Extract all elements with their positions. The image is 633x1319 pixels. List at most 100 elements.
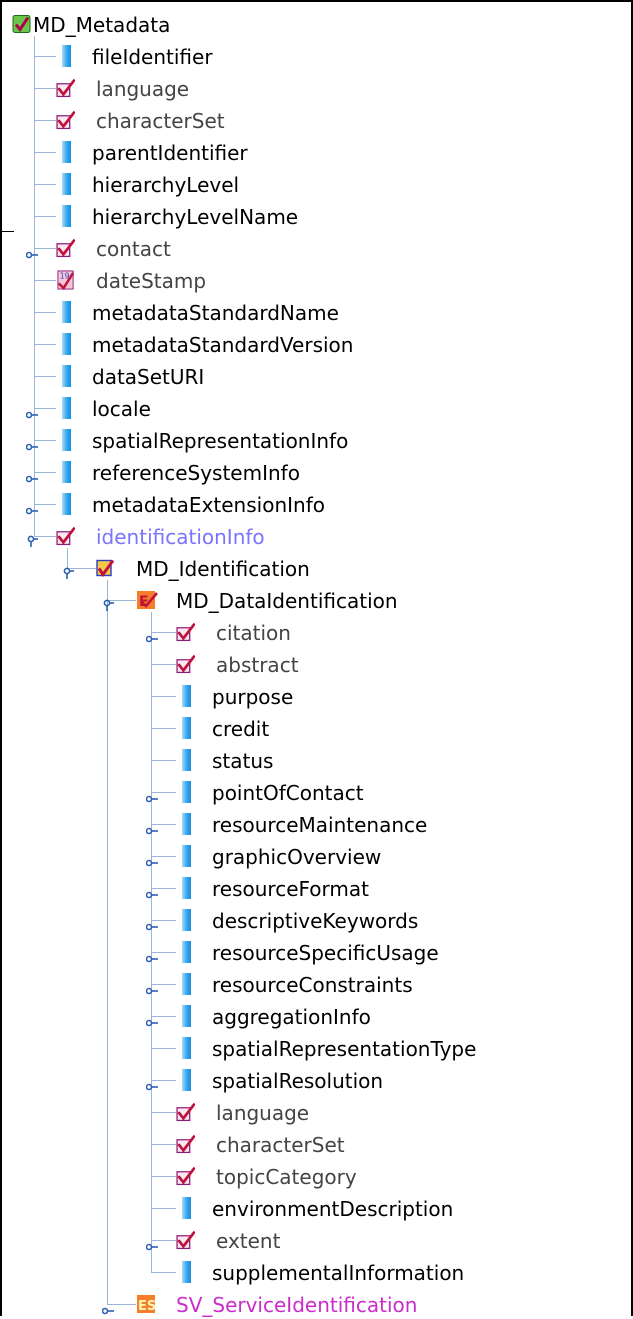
tree-frame-top (0, 0, 633, 2)
tree-node-label: characterSet (96, 109, 225, 133)
data-identification-icon: E (136, 590, 158, 610)
collapse-toggle-icon[interactable] (62, 564, 74, 579)
expand-toggle-icon[interactable] (145, 788, 158, 803)
tree-branch-line (34, 120, 56, 121)
tree-node-label: supplementalInformation (212, 1261, 465, 1285)
tree-node-label: aggregationInfo (212, 1005, 371, 1029)
expand-toggle-icon[interactable] (145, 852, 158, 867)
expand-toggle-icon[interactable] (145, 1012, 158, 1027)
tree-node-label: dateStamp (96, 269, 207, 293)
property-bar-icon (182, 1005, 191, 1027)
expand-toggle-icon[interactable] (145, 628, 158, 643)
service-identification-icon: ES (136, 1294, 158, 1314)
property-bar-icon (62, 397, 71, 419)
property-bar-icon (182, 877, 191, 899)
expand-toggle-icon[interactable] (145, 1076, 158, 1091)
expand-toggle-icon[interactable] (145, 884, 158, 899)
tree-node-label: environmentDescription (212, 1197, 454, 1221)
tree-node-label: spatialRepresentationType (212, 1037, 477, 1061)
tree-node-label: spatialResolution (212, 1069, 384, 1093)
tree-branch-line (34, 312, 56, 313)
tree-node-label: hierarchyLevel (92, 173, 240, 197)
tree-node-label: hierarchyLevelName (92, 205, 299, 229)
tree-node-label: spatialRepresentationInfo (92, 429, 349, 453)
codelist-check-icon (56, 238, 76, 258)
tree-node-label: abstract (216, 653, 299, 677)
tree-branch-line (34, 152, 56, 153)
tree-branch-line (34, 280, 56, 281)
expand-toggle-icon[interactable] (25, 244, 38, 259)
tree-node-label: language (96, 77, 190, 101)
tree-branch-line (34, 376, 56, 377)
tree-node-label: fileIdentifier (92, 45, 213, 69)
tree-node-label: MD_Identification (136, 557, 310, 581)
tree-node-label: credit (212, 717, 270, 741)
tree-node-label: graphicOverview (212, 845, 382, 869)
tree-branch-line (151, 760, 176, 761)
tree-branch-line (34, 184, 56, 185)
property-bar-icon (62, 173, 71, 195)
tree-branch-line (151, 1144, 176, 1145)
expand-toggle-icon[interactable] (145, 980, 158, 995)
property-bar-icon (182, 845, 191, 867)
property-bar-icon (62, 141, 71, 163)
tree-branch-line (151, 1176, 176, 1177)
codelist-check-icon (176, 654, 196, 674)
expand-toggle-icon[interactable] (25, 436, 38, 451)
tree-node-label: characterSet (216, 1133, 345, 1157)
collapse-toggle-icon[interactable] (26, 532, 38, 547)
tree-node-label: contact (96, 237, 171, 261)
property-bar-icon (182, 973, 191, 995)
tree-branch-line (34, 344, 56, 345)
metadata-tree: MD_Metadata fileIdentifier language charact… (0, 0, 633, 1316)
tree-branch-line (34, 56, 56, 57)
expand-toggle-icon[interactable] (101, 1300, 114, 1315)
identification-icon (96, 558, 115, 578)
expand-toggle-icon[interactable] (145, 1236, 158, 1251)
tree-branch-line (151, 1208, 176, 1209)
expand-toggle-icon[interactable] (25, 404, 38, 419)
property-bar-icon (182, 1069, 191, 1091)
tree-branch-line (151, 1048, 176, 1049)
tree-node-label: resourceMaintenance (212, 813, 428, 837)
property-bar-icon (182, 685, 191, 707)
property-bar-icon (62, 301, 71, 323)
tree-node-label: identificationInfo (96, 525, 265, 549)
tree-frame-left (0, 0, 2, 1316)
tree-node-label: SV_ServiceIdentification (176, 1293, 418, 1317)
tree-node-label: MD_DataIdentification (176, 589, 398, 613)
property-bar-icon (182, 941, 191, 963)
tree-node-label: citation (216, 621, 291, 645)
tree-branch-line (151, 1272, 176, 1273)
collapse-toggle-icon[interactable] (102, 596, 114, 611)
tree-node-label: resourceConstraints (212, 973, 413, 997)
property-bar-icon (182, 749, 191, 771)
tree-node-label: topicCategory (216, 1165, 357, 1189)
codelist-check-icon (176, 1134, 196, 1154)
property-bar-icon (62, 493, 71, 515)
splitter-line (0, 231, 14, 232)
tree-node-label: dataSetURI (92, 365, 205, 389)
expand-toggle-icon[interactable] (145, 948, 158, 963)
tree-node-label: resourceFormat (212, 877, 369, 901)
property-bar-icon (182, 1197, 191, 1219)
tree-guide-line (151, 612, 152, 1272)
property-bar-icon (182, 717, 191, 739)
expand-toggle-icon[interactable] (145, 916, 158, 931)
tree-node-label: parentIdentifier (92, 141, 248, 165)
property-bar-icon (62, 461, 71, 483)
expand-toggle-icon[interactable] (25, 500, 38, 515)
property-bar-icon (182, 813, 191, 835)
tree-branch-line (151, 728, 176, 729)
property-bar-icon (62, 333, 71, 355)
tree-node-label: resourceSpecificUsage (212, 941, 439, 965)
property-bar-icon (62, 205, 71, 227)
tree-node-label: language (216, 1101, 310, 1125)
expand-toggle-icon[interactable] (25, 468, 38, 483)
tree-node-label: metadataStandardName (92, 301, 339, 325)
property-bar-icon (62, 365, 71, 387)
property-bar-icon (182, 1261, 191, 1283)
tree-guide-line (34, 36, 35, 536)
expand-toggle-icon[interactable] (145, 820, 158, 835)
tree-node-label: metadataStandardVersion (92, 333, 354, 357)
